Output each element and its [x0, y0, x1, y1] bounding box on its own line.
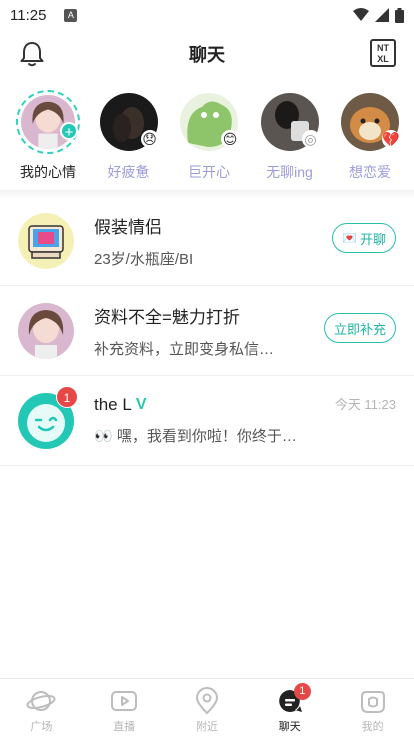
contacts-icon[interactable]: NT XL: [370, 39, 396, 67]
tab-label: 我的: [361, 721, 384, 733]
story-label: 想恋爱: [349, 164, 391, 180]
mood-stories: + 我的心情 😞 好疲惫 😊 巨开心 ◎ 无聊ing 💔 想恋爱: [0, 90, 414, 190]
broken-heart-icon: 💔: [382, 130, 400, 148]
battery-icon: [395, 7, 404, 23]
wifi-icon: [353, 8, 369, 21]
start-chat-button[interactable]: 💌 开聊: [332, 223, 396, 253]
chat-item-the-l[interactable]: 1 the L V 👀 嘿，我看到你啦！你终于… 今天 11:23: [0, 376, 414, 466]
envelope-icon: 💌: [342, 231, 357, 245]
complete-profile-button[interactable]: 立即补充: [323, 313, 396, 343]
chat-item-profile-incomplete[interactable]: 资料不全=魅力打折 补充资料，立即变身私信… 立即补充: [0, 286, 414, 376]
avatar: [18, 302, 74, 359]
chat-item-fake-couple[interactable]: 假装情侣 23岁/水瓶座/BI 💌 开聊: [0, 196, 414, 286]
bell-icon[interactable]: [18, 40, 46, 68]
story-tired[interactable]: 😞 好疲惫: [97, 90, 161, 190]
page-title: 聊天: [189, 45, 225, 65]
signal-icon: [375, 8, 389, 22]
notification-icon: A: [64, 8, 78, 22]
status-icons: [353, 7, 404, 23]
tab-label: 附近: [195, 721, 218, 733]
chat-subtitle: 补充资料，立即变身私信…: [94, 340, 275, 358]
story-label: 巨开心: [188, 164, 230, 180]
start-chat-label: 开聊: [359, 231, 386, 247]
tab-label: 聊天: [278, 721, 301, 733]
story-label: 好疲惫: [107, 164, 150, 180]
tab-label: 广场: [30, 721, 53, 733]
story-label: 无聊ing: [266, 164, 313, 180]
retro-computer-icon: [18, 212, 74, 269]
story-bored[interactable]: ◎ 无聊ing: [258, 90, 322, 190]
chat-list: 假装情侣 23岁/水瓶座/BI 💌 开聊 资料不全=魅力打折 补充资料，立即变身…: [0, 196, 414, 466]
story-happy[interactable]: 😊 巨开心: [177, 90, 241, 190]
chat-name: the L: [94, 395, 132, 414]
tab-live[interactable]: 直播: [83, 679, 166, 736]
tab-nearby[interactable]: 附近: [166, 679, 249, 736]
tab-label: 直播: [113, 721, 136, 733]
tab-profile[interactable]: 我的: [331, 679, 414, 736]
story-self[interactable]: + 我的心情: [16, 90, 80, 190]
story-label: 我的心情: [20, 164, 76, 180]
status-bar: 11:25 A: [0, 0, 414, 30]
add-mood-icon[interactable]: +: [60, 122, 78, 141]
avatar: [18, 212, 74, 269]
sad-emoji-icon: 😞: [140, 130, 159, 148]
smile-emoji-icon: 😊: [221, 130, 239, 148]
bottom-tab-bar: 广场 直播 附近 1 聊天 我的: [0, 678, 414, 736]
planet-icon: [26, 691, 56, 711]
header: 聊天 NT XL: [0, 30, 414, 78]
neutral-emoji-icon: ◎: [301, 130, 320, 148]
unread-badge: 1: [56, 386, 78, 408]
chat-subtitle: 23岁/水瓶座/BI: [94, 250, 194, 268]
tab-plaza[interactable]: 广场: [0, 679, 83, 736]
profile-icon: [360, 691, 385, 713]
chat-timestamp: 今天 11:23: [334, 397, 396, 412]
tab-badge: 1: [293, 683, 311, 700]
location-icon: [195, 687, 218, 715]
verified-icon: V: [135, 396, 147, 413]
live-icon: [111, 691, 138, 711]
status-time: 11:25: [10, 6, 47, 24]
chat-subtitle: 👀 嘿，我看到你啦！你终于…: [94, 428, 297, 445]
story-love[interactable]: 💔 想恋爱: [338, 90, 402, 190]
tab-chat[interactable]: 1 聊天: [248, 679, 331, 736]
avatar-image: [18, 302, 74, 359]
